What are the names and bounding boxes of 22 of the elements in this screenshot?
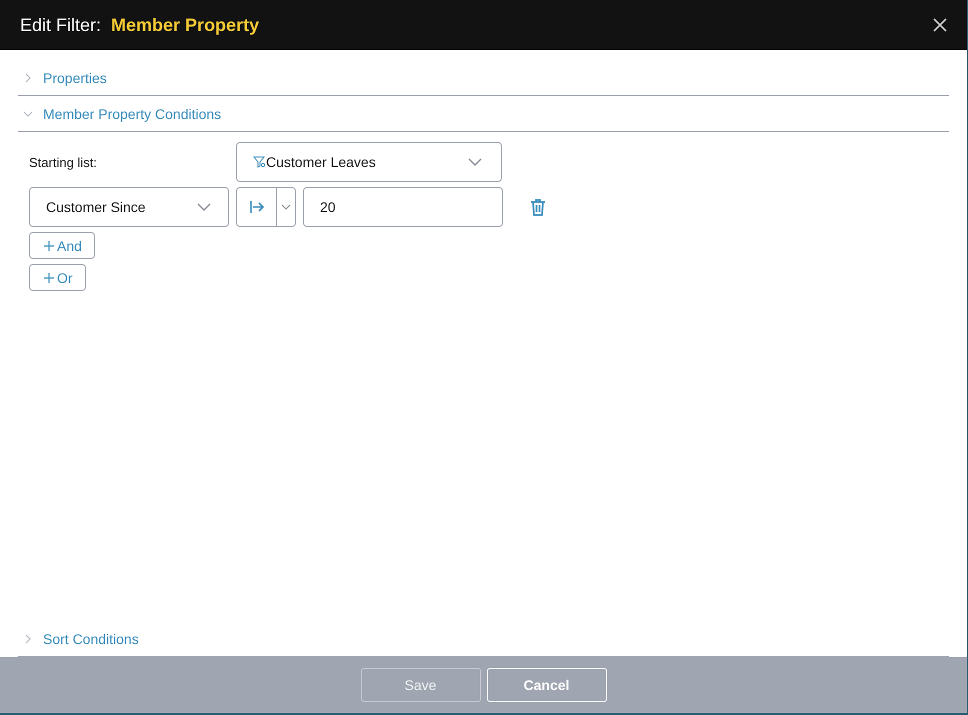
plus-icon (44, 272, 54, 282)
arrow-to-bar-icon (248, 200, 264, 214)
dialog-title: Edit Filter: (20, 14, 102, 36)
operator-button[interactable] (236, 187, 296, 227)
plus-icon (44, 240, 54, 250)
close-icon[interactable] (933, 18, 947, 32)
field-label: Starting list: (29, 154, 98, 170)
add-or-button[interactable]: Or (29, 264, 86, 291)
chevron-down-icon (467, 157, 483, 167)
section-header[interactable]: Properties (43, 70, 107, 86)
property-dropdown[interactable]: Customer Since (29, 187, 229, 227)
section-header[interactable]: Member Property Conditions (43, 106, 222, 122)
add-and-button[interactable]: And (29, 232, 95, 259)
trash-icon[interactable] (530, 198, 546, 216)
filter-name: Member Property (111, 14, 260, 36)
filter-icon (253, 156, 266, 168)
starting-list-dropdown[interactable]: Customer Leaves (236, 142, 502, 182)
section-header[interactable]: Sort Conditions (43, 630, 139, 646)
value-field[interactable]: 20 (303, 187, 503, 227)
chevron-down-icon (196, 202, 212, 212)
cancel-button[interactable]: Cancel (486, 668, 606, 702)
caret-icon (281, 204, 291, 210)
